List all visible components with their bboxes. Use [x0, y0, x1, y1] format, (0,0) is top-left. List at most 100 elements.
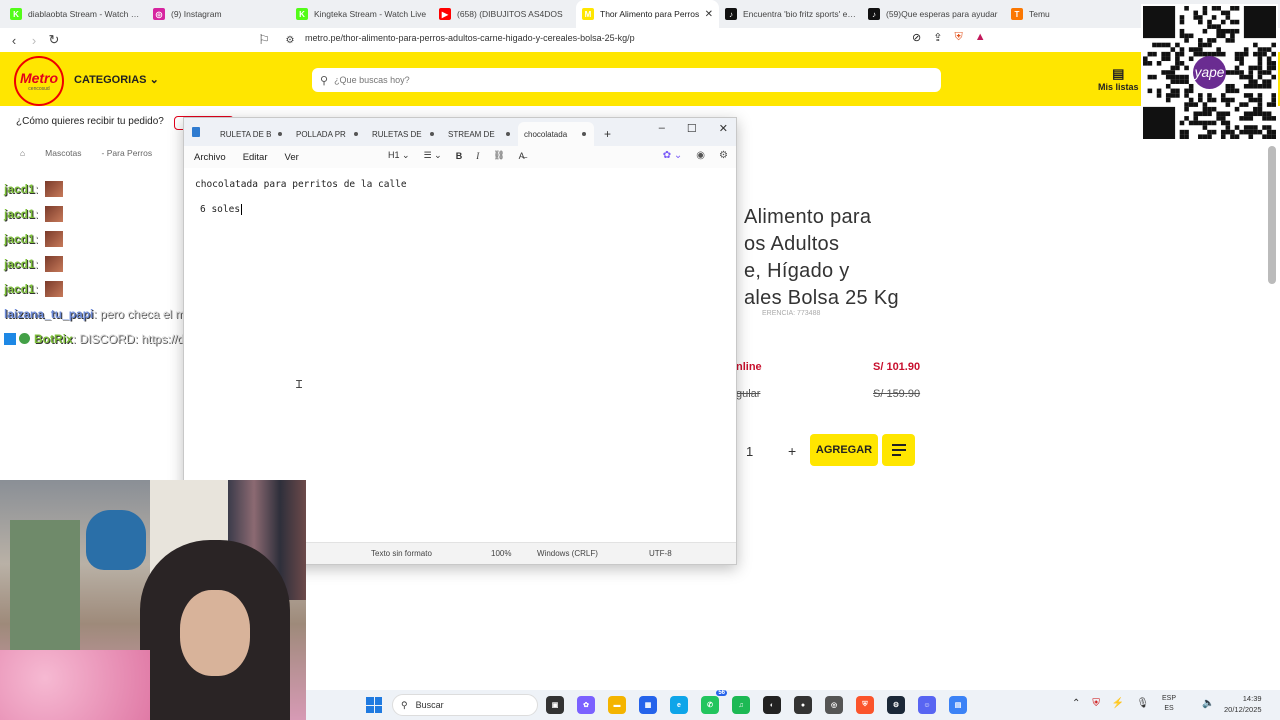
menu-editar[interactable]: Editar: [243, 152, 268, 163]
task-view-icon[interactable]: ▣: [546, 696, 564, 714]
reload-icon[interactable]: ↻: [44, 32, 64, 48]
qr-module: [1193, 47, 1199, 52]
format-toolbar: H1 ⌄ ☰ ⌄ B I ⛓ A̶: [388, 150, 525, 161]
taskbar-search[interactable]: ⚲ Buscar: [392, 694, 538, 716]
add-to-list-button[interactable]: [882, 434, 915, 466]
chat-username[interactable]: jacd1: [4, 232, 35, 246]
steam-icon[interactable]: ⚙: [887, 696, 905, 714]
bold-icon[interactable]: B: [456, 151, 463, 161]
url-text[interactable]: metro.pe/thor-alimento-para-perros-adult…: [305, 33, 635, 43]
home-icon[interactable]: ⌂: [20, 148, 25, 158]
chat-username[interactable]: laizana_tu_papi: [4, 307, 93, 321]
chat-username[interactable]: jacd1: [4, 257, 35, 271]
chat-username[interactable]: jacd1: [4, 182, 35, 196]
volume-icon[interactable]: 🔈: [1202, 698, 1214, 709]
chat-username[interactable]: BotRix: [34, 332, 73, 346]
browser-tab[interactable]: ♪ (59)Que esperas para ayudar: [862, 0, 1005, 28]
add-to-cart-button[interactable]: AGREGAR: [810, 434, 878, 466]
brave-icon[interactable]: ●: [794, 696, 812, 714]
maximize-icon[interactable]: ☐: [687, 122, 697, 135]
browser-tab[interactable]: ◎ (9) Instagram: [147, 0, 290, 28]
menu-ver[interactable]: Ver: [285, 152, 299, 163]
heading-select[interactable]: H1 ⌄: [388, 150, 410, 161]
notepad-tab[interactable]: POLLADA PR: [290, 122, 366, 146]
breadcrumb-item[interactable]: - Para Perros: [102, 148, 153, 158]
browser-tab[interactable]: K Kingteka Stream - Watch Live: [290, 0, 433, 28]
browser-tab[interactable]: T Temu: [1005, 0, 1148, 28]
tracking-off-icon[interactable]: ⊘: [912, 31, 921, 44]
page-scrollbar[interactable]: [1268, 146, 1276, 284]
new-tab-button[interactable]: +: [594, 127, 621, 146]
italic-icon[interactable]: I: [476, 151, 479, 161]
security-icon[interactable]: ⛨: [1092, 698, 1100, 709]
brave-shield-icon[interactable]: ⛨: [954, 31, 962, 44]
categories-label: CATEGORIAS: [74, 74, 147, 86]
qr-module: [1202, 111, 1208, 117]
qr-module: [1248, 74, 1254, 80]
search-box[interactable]: ⚲: [312, 68, 941, 92]
qr-module: [1266, 79, 1272, 84]
back-icon[interactable]: ‹: [4, 33, 24, 48]
breadcrumb-item[interactable]: Mascotas: [45, 148, 81, 158]
settings-icon[interactable]: ⚙: [719, 150, 728, 161]
network-icon[interactable]: ⚡: [1112, 698, 1124, 709]
browser-tab[interactable]: M Thor Alimento para Perros ✕: [576, 0, 719, 28]
notepad-tab[interactable]: RULETAS DE: [366, 122, 442, 146]
categories-menu[interactable]: CATEGORIAS ⌄: [74, 73, 159, 86]
qr-module: [1253, 83, 1258, 89]
browser-tab[interactable]: ▶ (658) (DIBUJITOS AS4DOS: [433, 0, 576, 28]
qr-module: [1230, 97, 1235, 103]
qr-module: [1262, 70, 1267, 75]
brave-browser-icon[interactable]: ⛨: [856, 696, 874, 714]
microphone-icon[interactable]: 🎙: [1136, 698, 1149, 709]
menu-archivo[interactable]: Archivo: [194, 152, 226, 163]
qr-module: [1193, 116, 1199, 121]
share-icon[interactable]: ⇪: [933, 31, 942, 44]
discord-icon[interactable]: ☺: [918, 696, 936, 714]
notepad-app-icon[interactable]: ▤: [949, 696, 967, 714]
qr-module: [1165, 97, 1171, 103]
bookmark-icon[interactable]: ⚐: [254, 32, 274, 48]
chat-username[interactable]: jacd1: [4, 282, 35, 296]
browser-tab[interactable]: ♪ Encuentra 'bio fritz sports' en T: [719, 0, 862, 28]
edge-icon[interactable]: e: [670, 696, 688, 714]
chat-username[interactable]: jacd1: [4, 207, 35, 221]
clear-format-icon[interactable]: A̶: [519, 151, 525, 161]
tab-favicon-icon: M: [582, 8, 594, 20]
metro-logo[interactable]: Metro cencosud: [14, 56, 64, 106]
notepad-tab[interactable]: STREAM DE: [442, 122, 518, 146]
notepad-tab-strip: RULETA DE B POLLADA PR RULETAS DE STREAM DE…: [184, 118, 736, 146]
chevron-up-icon[interactable]: ⌃: [1072, 698, 1080, 709]
forward-icon[interactable]: ›: [24, 33, 44, 48]
store-icon[interactable]: ▦: [639, 696, 657, 714]
browser-tab[interactable]: Kdiablaobta Stream - Watch Live: [4, 0, 147, 28]
language-indicator[interactable]: ESP ES: [1162, 694, 1176, 714]
copilot-icon[interactable]: ✿ ⌄: [663, 150, 683, 161]
copilot-app-icon[interactable]: ✿: [577, 696, 595, 714]
my-lists-button[interactable]: ▤ Mis listas: [1098, 66, 1139, 92]
status-zoom[interactable]: 100%: [491, 549, 511, 558]
close-icon[interactable]: ✕: [719, 122, 728, 135]
minimize-icon[interactable]: –: [659, 122, 665, 135]
search-input[interactable]: [334, 75, 895, 85]
qr-module: [1156, 88, 1162, 94]
obs-icon[interactable]: ◐: [763, 696, 781, 714]
file-explorer-icon[interactable]: ▬: [608, 696, 626, 714]
brave-rewards-icon[interactable]: ▲: [975, 31, 986, 44]
qr-module: [1156, 42, 1162, 48]
windows-start-icon[interactable]: [366, 697, 382, 713]
notepad-tab[interactable]: chocolatada: [518, 122, 594, 146]
quantity-value[interactable]: 1: [746, 444, 753, 459]
link-icon[interactable]: ⛓: [493, 150, 504, 161]
qr-module: [1179, 15, 1185, 20]
site-info-icon[interactable]: ⚙: [280, 35, 300, 46]
game-icon[interactable]: ◎: [825, 696, 843, 714]
account-icon[interactable]: ◉: [696, 150, 705, 161]
whatsapp-icon[interactable]: ✆ 56: [701, 690, 727, 714]
notepad-tab[interactable]: RULETA DE B: [214, 122, 290, 146]
clock[interactable]: 14:39 20/12/2025: [1224, 693, 1262, 715]
spotify-icon[interactable]: ♫: [732, 696, 750, 714]
list-format-icon[interactable]: ☰ ⌄: [424, 150, 442, 161]
quantity-plus-button[interactable]: +: [788, 443, 796, 459]
close-tab-icon[interactable]: ✕: [705, 9, 713, 20]
